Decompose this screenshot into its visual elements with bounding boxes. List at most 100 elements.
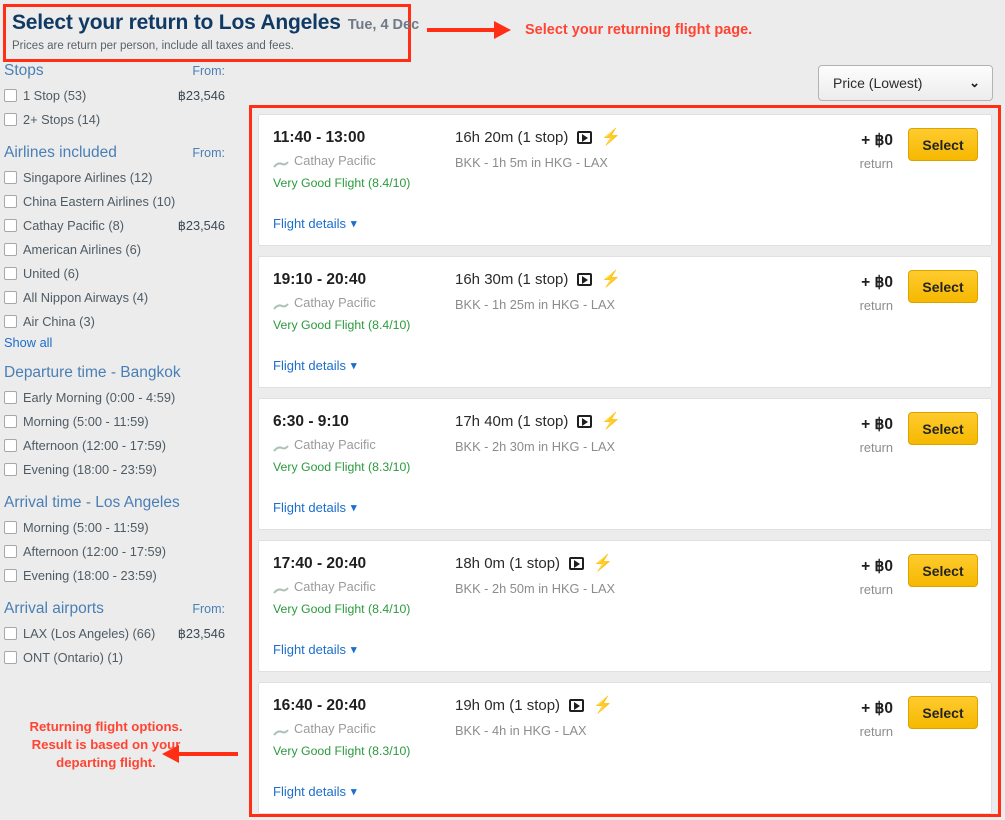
airline-row: Cathay Pacific — [273, 153, 448, 168]
arrow-left-icon — [162, 745, 238, 763]
filter-checkbox[interactable] — [4, 195, 17, 208]
filter-option-row[interactable]: Air China (3) — [4, 311, 240, 332]
flight-result-card[interactable]: 6:30 - 9:10 Cathay Pacific Very Good Fligh… — [258, 398, 992, 530]
filter-option-row[interactable]: United (6) — [4, 263, 240, 284]
flight-duration: 17h 40m (1 stop) — [455, 413, 569, 430]
flight-details-toggle[interactable]: Flight details ▾ — [273, 358, 357, 373]
filter-checkbox[interactable] — [4, 415, 17, 428]
filter-group-header: Airlines included From: — [4, 144, 240, 162]
filter-checkbox[interactable] — [4, 569, 17, 582]
results-panel: 11:40 - 13:00 Cathay Pacific Very Good Fli… — [249, 105, 1001, 817]
filter-checkbox[interactable] — [4, 391, 17, 404]
filter-checkbox[interactable] — [4, 267, 17, 280]
filter-checkbox[interactable] — [4, 219, 17, 232]
filter-checkbox[interactable] — [4, 171, 17, 184]
flight-details-toggle[interactable]: Flight details ▾ — [273, 500, 357, 515]
filter-option[interactable]: Air China (3) — [4, 314, 95, 329]
flight-details-toggle[interactable]: Flight details ▾ — [273, 642, 357, 657]
filter-group: Arrival airports From: LAX (Los Angeles) (… — [4, 600, 240, 668]
filter-option-price: ฿23,546 — [177, 625, 225, 641]
filter-option-row[interactable]: China Eastern Airlines (10) — [4, 191, 240, 212]
filter-option-label: Morning (5:00 - 11:59) — [23, 414, 149, 429]
filter-checkbox[interactable] — [4, 89, 17, 102]
filter-option[interactable]: 1 Stop (53) — [4, 88, 86, 103]
results-list: 11:40 - 13:00 Cathay Pacific Very Good Fli… — [252, 108, 998, 814]
select-flight-button[interactable]: Select — [908, 128, 978, 161]
filter-option[interactable]: All Nippon Airways (4) — [4, 290, 148, 305]
arrow-right-icon — [427, 21, 511, 39]
filter-checkbox[interactable] — [4, 315, 17, 328]
filter-checkbox[interactable] — [4, 545, 17, 558]
filter-checkbox[interactable] — [4, 113, 17, 126]
select-flight-button[interactable]: Select — [908, 270, 978, 303]
sort-dropdown[interactable]: Price (Lowest) ⌄ — [818, 65, 993, 101]
filter-option-row[interactable]: Afternoon (12:00 - 17:59) — [4, 435, 240, 456]
filter-option[interactable]: American Airlines (6) — [4, 242, 141, 257]
filter-option-label: Air China (3) — [23, 314, 95, 329]
filter-option[interactable]: Afternoon (12:00 - 17:59) — [4, 544, 166, 559]
chevron-down-icon: ▾ — [350, 644, 357, 656]
select-flight-button[interactable]: Select — [908, 696, 978, 729]
filter-checkbox[interactable] — [4, 651, 17, 664]
filter-checkbox[interactable] — [4, 627, 17, 640]
filter-checkbox[interactable] — [4, 439, 17, 452]
flight-result-card[interactable]: 17:40 - 20:40 Cathay Pacific Very Good Fli… — [258, 540, 992, 672]
select-flight-button[interactable]: Select — [908, 412, 978, 445]
flight-result-card[interactable]: 11:40 - 13:00 Cathay Pacific Very Good Fli… — [258, 114, 992, 246]
filter-option[interactable]: Singapore Airlines (12) — [4, 170, 152, 185]
filter-option[interactable]: Morning (5:00 - 11:59) — [4, 520, 149, 535]
filter-option-row[interactable]: Early Morning (0:00 - 4:59) — [4, 387, 240, 408]
flight-result-card[interactable]: 16:40 - 20:40 Cathay Pacific Very Good Fli… — [258, 682, 992, 814]
filter-option[interactable]: Early Morning (0:00 - 4:59) — [4, 390, 175, 405]
filter-option-label: Evening (18:00 - 23:59) — [23, 568, 157, 583]
filter-option[interactable]: 2+ Stops (14) — [4, 112, 100, 127]
flight-rating: Very Good Flight (8.3/10) — [273, 460, 411, 474]
flight-duration: 19h 0m (1 stop) — [455, 697, 561, 714]
flight-price: + ฿0 — [861, 558, 893, 575]
filter-option[interactable]: Evening (18:00 - 23:59) — [4, 462, 157, 477]
filter-checkbox[interactable] — [4, 463, 17, 476]
filter-option-row[interactable]: Cathay Pacific (8) ฿23,546 — [4, 215, 240, 236]
filter-option[interactable]: LAX (Los Angeles) (66) — [4, 626, 155, 641]
flight-result-card[interactable]: 19:10 - 20:40 Cathay Pacific Very Good Fli… — [258, 256, 992, 388]
filter-option[interactable]: Morning (5:00 - 11:59) — [4, 414, 149, 429]
filter-group-header: Stops From: — [4, 62, 240, 80]
filter-option-row[interactable]: 1 Stop (53) ฿23,546 — [4, 85, 240, 106]
filter-option[interactable]: United (6) — [4, 266, 79, 281]
filter-option-row[interactable]: Singapore Airlines (12) — [4, 167, 240, 188]
filter-option[interactable]: Evening (18:00 - 23:59) — [4, 568, 157, 583]
filter-checkbox[interactable] — [4, 291, 17, 304]
filter-from-label: From: — [192, 64, 225, 78]
filter-option-row[interactable]: LAX (Los Angeles) (66) ฿23,546 — [4, 623, 240, 644]
entertainment-screen-icon — [569, 699, 585, 712]
filter-option-row[interactable]: Evening (18:00 - 23:59) — [4, 565, 240, 586]
flight-details-toggle[interactable]: Flight details ▾ — [273, 216, 357, 231]
select-flight-button[interactable]: Select — [908, 554, 978, 587]
filter-option-row[interactable]: Evening (18:00 - 23:59) — [4, 459, 240, 480]
price-return-label: return — [859, 156, 893, 171]
filter-option-row[interactable]: Afternoon (12:00 - 17:59) — [4, 541, 240, 562]
filter-option-row[interactable]: All Nippon Airways (4) — [4, 287, 240, 308]
filter-option[interactable]: Cathay Pacific (8) — [4, 218, 124, 233]
filter-option-label: All Nippon Airways (4) — [23, 290, 149, 305]
filter-checkbox[interactable] — [4, 521, 17, 534]
header-title-row: Select your return to Los Angeles Tue, 4… — [12, 11, 419, 35]
filter-option-row[interactable]: 2+ Stops (14) — [4, 109, 240, 130]
filter-option[interactable]: China Eastern Airlines (10) — [4, 194, 175, 209]
filter-option-row[interactable]: ONT (Ontario) (1) — [4, 647, 240, 668]
filter-option-row[interactable]: American Airlines (6) — [4, 239, 240, 260]
filter-option[interactable]: ONT (Ontario) (1) — [4, 650, 123, 665]
flight-details-toggle[interactable]: Flight details ▾ — [273, 784, 357, 799]
flight-price: + ฿0 — [861, 700, 893, 717]
filter-option-label: Afternoon (12:00 - 17:59) — [23, 438, 166, 453]
duration-row: 19h 0m (1 stop) ⚡ — [455, 697, 613, 714]
filter-option-row[interactable]: Morning (5:00 - 11:59) — [4, 517, 240, 538]
flight-price-column: + ฿0 return — [860, 273, 893, 313]
filter-checkbox[interactable] — [4, 243, 17, 256]
filter-option[interactable]: Afternoon (12:00 - 17:59) — [4, 438, 166, 453]
flight-rating: Very Good Flight (8.3/10) — [273, 744, 411, 758]
filter-option-row[interactable]: Morning (5:00 - 11:59) — [4, 411, 240, 432]
filter-option-label: Evening (18:00 - 23:59) — [23, 462, 157, 477]
show-all-airlines-link[interactable]: Show all — [4, 335, 240, 350]
flight-rating: Very Good Flight (8.4/10) — [273, 318, 411, 332]
